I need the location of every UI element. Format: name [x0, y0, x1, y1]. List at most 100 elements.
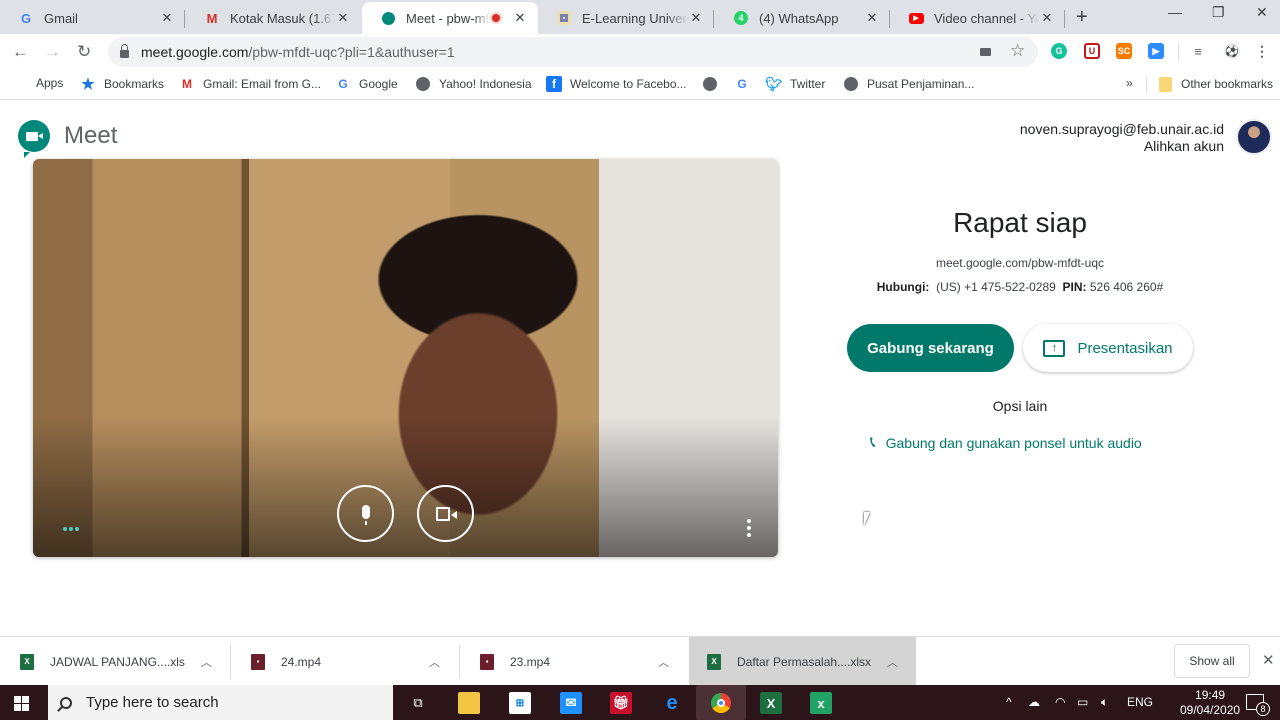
screencast-extension-icon[interactable]: SC [1116, 43, 1132, 59]
grammarly-extension-icon[interactable]: G [1051, 43, 1067, 59]
camera-in-use-icon[interactable] [980, 48, 991, 56]
download-item[interactable]: ▪ 24.mp4 ︿ [231, 637, 458, 686]
taskbar-search-box[interactable]: Type here to search [48, 685, 393, 720]
download-item[interactable]: X Daftar Permasalah....xlsx ︿ [689, 637, 916, 686]
browser-menu-icon[interactable]: ⋮ [1254, 43, 1270, 59]
microsoft-store-icon[interactable]: ⊞ [509, 692, 531, 714]
file-explorer-icon[interactable] [458, 692, 480, 714]
meeting-link: meet.google.com/pbw-mfdt-uqc [935, 256, 1105, 270]
wifi-icon[interactable]: ◠ [1055, 695, 1065, 709]
address-bar[interactable]: meet.google.com/pbw-mfdt-uqc?pli=1&authu… [108, 37, 1038, 67]
join-with-phone-audio-link[interactable]: 📞︎ Gabung dan gunakan ponsel untuk audio [870, 434, 1142, 452]
tab-kotak-masuk[interactable]: M Kotak Masuk (1.676) ✕ [186, 2, 361, 34]
profile-avatar-icon[interactable]: ⚽ [1224, 43, 1240, 59]
mouse-cursor [864, 512, 876, 526]
bookmark-google[interactable]: G Google [335, 76, 397, 92]
download-options-chevron[interactable]: ︿ [429, 654, 440, 670]
mail-icon[interactable]: ✉ [560, 692, 582, 714]
onedrive-icon[interactable]: ☁ [1028, 695, 1040, 709]
facebook-icon: f [546, 76, 562, 92]
self-video-preview [33, 159, 778, 557]
account-avatar[interactable] [1236, 119, 1272, 155]
close-tab-icon[interactable]: ✕ [159, 10, 175, 26]
bookmark-twitter[interactable]: 🐦︎ Twitter [765, 75, 825, 92]
close-tab-icon[interactable]: ✕ [512, 10, 528, 26]
close-tab-icon[interactable]: ✕ [864, 10, 880, 26]
show-all-downloads-button[interactable]: Show all [1174, 644, 1250, 678]
twitter-icon: 🐦︎ [765, 75, 783, 92]
download-item[interactable]: ▪ 23.mp4 ︿ [460, 637, 688, 686]
zoom-extension-icon[interactable]: ▶ [1148, 43, 1164, 59]
close-tab-icon[interactable]: ✕ [688, 10, 704, 26]
microphone-toggle-button[interactable] [337, 485, 394, 542]
action-center-icon[interactable]: 8 [1246, 694, 1270, 716]
forward-button[interactable]: → [44, 42, 61, 62]
bookmark-bookmarks[interactable]: ★ Bookmarks [80, 76, 164, 93]
tab-whatsapp[interactable]: 4 (4) WhatsApp ✕ [715, 2, 890, 34]
tab-gmail[interactable]: G Gmail ✕ [0, 2, 185, 34]
youtube-icon: ▶ [908, 10, 924, 26]
meet-logo-icon [18, 120, 50, 158]
close-tab-icon[interactable]: ✕ [1039, 10, 1055, 26]
bookmark-google-2[interactable]: G [734, 76, 758, 92]
browser-toolbar: ← → ↻ meet.google.com/pbw-mfdt-uqc?pli=1… [0, 34, 1280, 70]
bookmarks-overflow-button[interactable]: » [1126, 76, 1133, 90]
mcafee-extension-icon[interactable]: U [1084, 43, 1100, 59]
download-options-chevron[interactable]: ︿ [887, 654, 898, 670]
reload-button[interactable]: ↻ [77, 42, 91, 62]
bookmark-star-icon[interactable]: ☆ [1010, 41, 1025, 61]
microphone-icon [361, 504, 370, 525]
gift-app-icon[interactable]: 🎁︎ [610, 692, 632, 714]
present-button[interactable]: ↑ Presentasikan [1023, 324, 1193, 372]
volume-icon[interactable]: 🔈︎ [1101, 695, 1108, 710]
task-view-icon[interactable]: ⧉ [407, 692, 429, 714]
back-button[interactable]: ← [12, 42, 29, 62]
bookmark-pusat-penjaminan[interactable]: Pusat Penjaminan... [843, 76, 974, 92]
chrome-taskbar-button[interactable] [696, 685, 746, 720]
media-control-icon[interactable]: ≡ [1190, 43, 1206, 59]
minimize-button[interactable]: — [1168, 4, 1182, 20]
bookmark-globe[interactable] [702, 76, 726, 92]
excel-icon[interactable]: X [760, 692, 782, 714]
edge-browser-icon[interactable]: e [661, 692, 683, 714]
download-options-chevron[interactable]: ︿ [201, 654, 212, 670]
bookmark-facebook[interactable]: f Welcome to Facebo... [546, 76, 687, 92]
download-shelf: X JADWAL PANJANG....xls ︿ ▪ 24.mp4 ︿ ▪ 2… [0, 636, 1280, 686]
battery-icon[interactable]: ▭ [1077, 695, 1088, 709]
close-window-button[interactable]: ✕ [1256, 4, 1268, 21]
account-info: noven.suprayogi@feb.unair.ac.id Alihkan … [1020, 121, 1224, 155]
download-item[interactable]: X JADWAL PANJANG....xls ︿ [0, 637, 229, 686]
lock-icon [120, 44, 129, 58]
close-download-shelf-icon[interactable]: ✕ [1262, 651, 1275, 669]
university-icon [556, 10, 572, 26]
windows-start-icon[interactable] [14, 696, 29, 711]
maximize-button[interactable]: ❐ [1212, 4, 1225, 21]
present-screen-icon: ↑ [1043, 339, 1066, 357]
excel-2-icon[interactable]: x [810, 692, 832, 714]
show-hidden-icons[interactable]: ^ [1006, 695, 1012, 709]
other-bookmarks[interactable]: Other bookmarks [1157, 76, 1273, 92]
system-clock[interactable]: 19:49 09/04/2020 [1180, 688, 1240, 718]
bookmark-yahoo[interactable]: Yahoo! Indonesia [415, 76, 532, 92]
more-options-icon[interactable] [747, 519, 751, 537]
join-now-button[interactable]: Gabung sekarang [847, 324, 1014, 372]
tab-youtube[interactable]: ▶ Video channel - YouTube ✕ [890, 2, 1065, 34]
other-options-label: Opsi lain [992, 398, 1048, 414]
bookmark-apps[interactable]: Apps [14, 76, 63, 90]
meet-icon [380, 10, 396, 26]
google-g-icon: G [338, 77, 348, 91]
bookmark-gmail[interactable]: M Gmail: Email from G... [179, 76, 321, 92]
tab-meet[interactable]: Meet - pbw-mfdt-uqc ✕ [362, 2, 538, 34]
language-indicator[interactable]: ENG [1127, 695, 1153, 709]
new-tab-button[interactable]: + [1076, 6, 1088, 29]
camera-toggle-button[interactable] [417, 485, 474, 542]
globe-icon [415, 76, 431, 92]
excel-file-icon: X [707, 653, 721, 670]
switch-account-link[interactable]: Alihkan akun [1020, 138, 1224, 155]
excel-file-icon: X [20, 653, 34, 670]
close-tab-icon[interactable]: ✕ [335, 10, 351, 26]
phone-forward-icon: 📞︎ [870, 434, 876, 451]
meet-logo[interactable]: Meet [18, 120, 117, 158]
tab-e-learning[interactable]: E-Learning Universitas ✕ [538, 2, 714, 34]
download-options-chevron[interactable]: ︿ [658, 654, 669, 670]
